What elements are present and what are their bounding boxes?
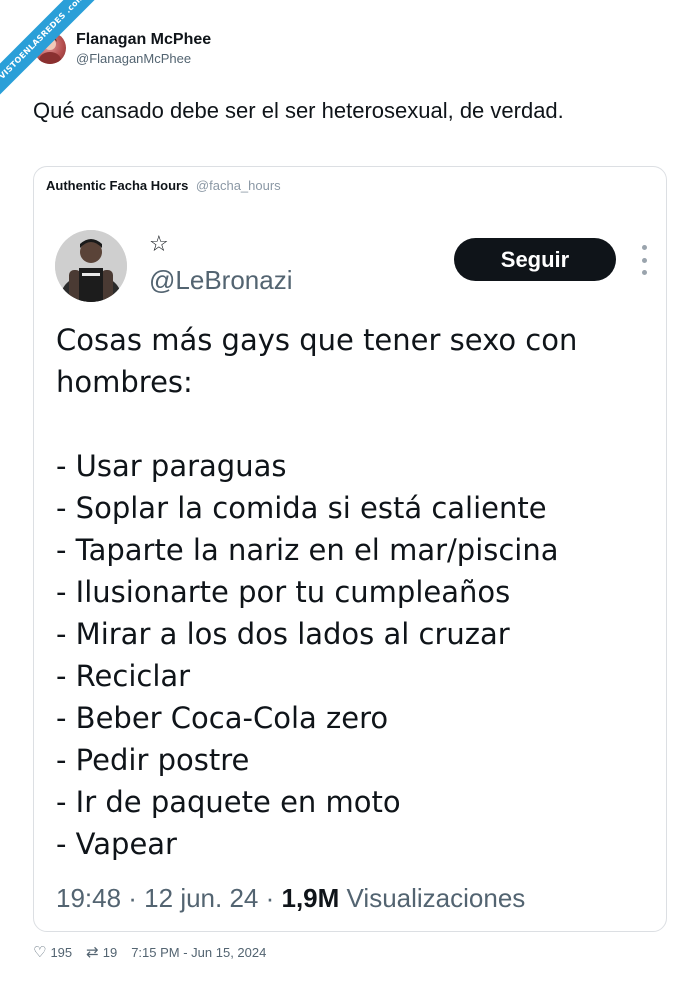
body-line: Cosas más gays que tener sexo con (56, 323, 578, 357)
like-count: 195 (50, 944, 73, 960)
list-item: - Vapear (56, 827, 177, 861)
tweet-screenshot: VISTOENLASREDES .com Flanagan McPhee @Fl… (0, 0, 700, 986)
timestamp[interactable]: 7:15 PM - Jun 15, 2024 (131, 945, 266, 960)
inner-avatar-image (55, 230, 127, 302)
list-item: - Soplar la comida si está caliente (56, 491, 547, 525)
quoted-tweet-header: Authentic Facha Hours @facha_hours (46, 178, 281, 193)
list-item: - Usar paraguas (56, 449, 287, 483)
inner-avatar (55, 230, 127, 302)
quoted-author-handle: @facha_hours (195, 178, 281, 193)
quoted-tweet-card[interactable]: Authentic Facha Hours @facha_hours ☆ @Le… (33, 166, 667, 932)
body-line-blank (56, 403, 636, 445)
inner-timestamp: 19:48 · 12 jun. 24 · (56, 883, 275, 913)
watermark-ribbon: VISTOENLASREDES .com (0, 0, 110, 110)
tweet-text: Qué cansado debe ser el ser heterosexual… (33, 98, 564, 123)
body-line: hombres: (56, 365, 193, 399)
like-action[interactable]: ♡ 195 (33, 943, 72, 961)
list-item: - Mirar a los dos lados al cruzar (56, 617, 510, 651)
list-item: - Taparte la nariz en el mar/piscina (56, 533, 559, 567)
views-count: 1,9M (281, 883, 340, 913)
quoted-author-name: Authentic Facha Hours (46, 178, 189, 193)
list-item: - Ir de paquete en moto (56, 785, 401, 819)
views-label: Visualizaciones (346, 883, 526, 913)
watermark-text: VISTOENLASREDES .com (0, 0, 107, 102)
retweet-action[interactable]: ⇄ 19 (86, 943, 117, 961)
follow-button[interactable]: Seguir (454, 238, 616, 281)
more-options-icon[interactable] (640, 245, 648, 275)
list-item: - Reciclar (56, 659, 191, 693)
list-item: - Ilusionarte por tu cumpleaños (56, 575, 511, 609)
inner-tweet-meta: 19:48 · 12 jun. 24 · 1,9M Visualizacione… (56, 883, 525, 914)
heart-icon: ♡ (33, 944, 47, 961)
inner-handle: @LeBronazi (149, 265, 293, 295)
retweet-count: 19 (102, 944, 118, 960)
star-outline-icon: ☆ (149, 231, 169, 256)
list-item: - Beber Coca-Cola zero (56, 701, 389, 735)
inner-tweet-body: Cosas más gays que tener sexo con hombre… (56, 319, 636, 865)
list-item: - Pedir postre (56, 743, 250, 777)
tweet-footer: ♡ 195 ⇄ 19 7:15 PM - Jun 15, 2024 (33, 943, 280, 961)
retweet-icon: ⇄ (86, 944, 99, 961)
